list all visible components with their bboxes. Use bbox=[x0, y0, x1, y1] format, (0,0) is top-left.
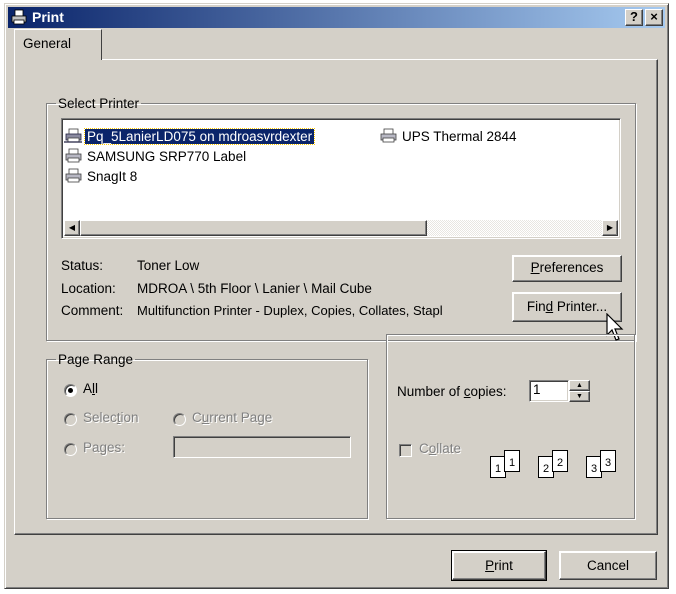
preferences-button[interactable]: Preferences bbox=[512, 255, 622, 282]
title-bar[interactable]: Print ? × bbox=[8, 7, 665, 28]
window-title: Print bbox=[32, 9, 64, 25]
location-value: MDROA \ 5th Floor \ Lanier \ Mail Cube bbox=[137, 281, 372, 296]
collate-page-icon: 1 bbox=[504, 450, 520, 472]
printer-item-samsung[interactable]: SAMSUNG SRP770 Label bbox=[63, 147, 248, 165]
pages-input[interactable] bbox=[173, 436, 351, 458]
printer-list[interactable]: Pq_5LanierLD075 on mdroasvrdexter UPS Th… bbox=[61, 118, 621, 239]
copies-spinner[interactable]: ▲ ▼ bbox=[569, 380, 590, 402]
selection-radio[interactable] bbox=[64, 413, 77, 426]
collate-label[interactable]: Collate bbox=[419, 441, 461, 456]
select-printer-legend: Select Printer bbox=[58, 96, 140, 111]
cancel-button[interactable]: Cancel bbox=[559, 551, 657, 580]
printer-icon bbox=[65, 148, 82, 162]
location-label: Location: bbox=[61, 281, 116, 296]
pages-radio[interactable] bbox=[64, 443, 77, 456]
close-button[interactable]: × bbox=[645, 9, 663, 26]
number-of-copies-label: Number of copies: bbox=[397, 384, 507, 399]
radio-selected-dot bbox=[68, 388, 73, 393]
printer-name: UPS Thermal 2844 bbox=[402, 128, 517, 144]
number-of-copies-input[interactable]: 1 bbox=[529, 380, 569, 402]
comment-label: Comment: bbox=[61, 303, 124, 318]
status-label: Status: bbox=[61, 258, 104, 273]
print-button[interactable]: Print bbox=[451, 550, 547, 581]
network-printer-icon bbox=[64, 128, 82, 143]
all-radio[interactable] bbox=[64, 384, 77, 397]
comment-value: Multifunction Printer - Duplex, Copies, … bbox=[137, 303, 443, 318]
printer-name: Pq_5LanierLD075 on mdroasvrdexter bbox=[83, 127, 316, 145]
printer-name: SnagIt 8 bbox=[87, 168, 138, 184]
scrollbar-thumb[interactable] bbox=[80, 220, 427, 236]
page-range-legend: Page Range bbox=[58, 352, 134, 367]
collate-page-icon: 2 bbox=[552, 450, 568, 472]
spin-up-arrow-icon[interactable]: ▲ bbox=[569, 380, 590, 391]
current-page-label[interactable]: Current Page bbox=[192, 410, 272, 425]
printer-icon bbox=[380, 128, 397, 142]
printer-item-snagit[interactable]: SnagIt 8 bbox=[63, 167, 139, 185]
help-button[interactable]: ? bbox=[625, 9, 643, 26]
spin-down-arrow-icon[interactable]: ▼ bbox=[569, 391, 590, 402]
scroll-left-arrow-icon[interactable]: ◀ bbox=[64, 220, 80, 236]
copies-group bbox=[386, 334, 635, 519]
horizontal-scrollbar[interactable]: ◀ ▶ bbox=[64, 220, 618, 236]
printer-item-pq5lanier[interactable]: Pq_5LanierLD075 on mdroasvrdexter bbox=[63, 127, 316, 145]
pages-label[interactable]: Pages: bbox=[83, 440, 125, 455]
selection-label[interactable]: Selection bbox=[83, 410, 139, 425]
status-value: Toner Low bbox=[137, 258, 200, 273]
collate-page-icon: 3 bbox=[600, 450, 616, 472]
scroll-right-arrow-icon[interactable]: ▶ bbox=[602, 220, 618, 236]
printer-icon bbox=[11, 9, 27, 25]
all-label[interactable]: All bbox=[83, 381, 98, 396]
current-page-radio[interactable] bbox=[173, 413, 186, 426]
collate-checkbox[interactable] bbox=[399, 444, 412, 457]
printer-item-ups-thermal[interactable]: UPS Thermal 2844 bbox=[378, 127, 519, 145]
printer-name: SAMSUNG SRP770 Label bbox=[87, 148, 247, 164]
printer-icon bbox=[65, 168, 82, 182]
tab-general[interactable]: General bbox=[14, 29, 102, 60]
